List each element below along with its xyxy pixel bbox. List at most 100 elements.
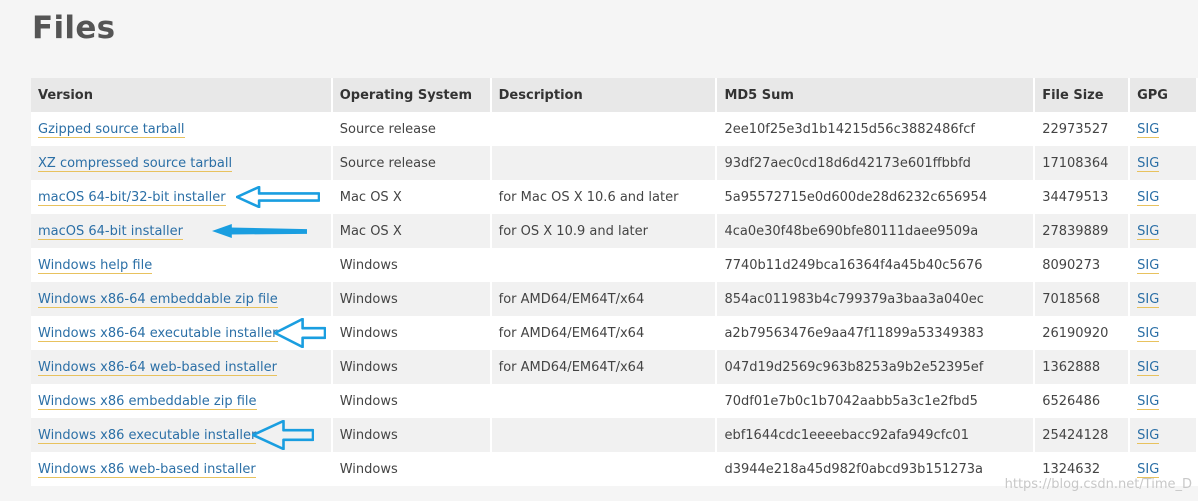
cell-description <box>490 112 718 146</box>
cell-description: for AMD64/EM64T/x64 <box>490 282 718 316</box>
cell-os: Windows <box>331 282 492 316</box>
table-header-row: Version Operating System Description MD5… <box>31 78 1198 112</box>
cell-version: Windows x86 embeddable zip file <box>31 384 333 418</box>
column-header-md5: MD5 Sum <box>716 78 1036 112</box>
cell-version: macOS 64-bit/32-bit installer <box>31 180 333 214</box>
cell-md5: 854ac011983b4c799379a3baa3a040ec <box>716 282 1036 316</box>
cell-version: Windows x86 web-based installer <box>31 452 333 486</box>
gpg-signature-link[interactable]: SIG <box>1137 461 1160 478</box>
cell-md5: 4ca0e30f48be690bfe80111daee9509a <box>716 214 1036 248</box>
table-row: XZ compressed source tarball Source rele… <box>31 146 1198 180</box>
cell-version: Windows x86-64 executable installer <box>31 316 333 350</box>
gpg-signature-link[interactable]: SIG <box>1137 189 1160 206</box>
cell-file-size: 6526486 <box>1034 384 1131 418</box>
table-row: macOS 64-bit installer Mac OS X for OS X… <box>31 214 1198 248</box>
cell-gpg: SIG <box>1129 316 1198 350</box>
cell-gpg: SIG <box>1129 282 1198 316</box>
table-row: Windows x86 executable installer Windows… <box>31 418 1198 452</box>
gpg-signature-link[interactable]: SIG <box>1137 325 1160 342</box>
cell-gpg: SIG <box>1129 112 1198 146</box>
cell-gpg: SIG <box>1129 146 1198 180</box>
cell-os: Windows <box>331 316 492 350</box>
gpg-signature-link[interactable]: SIG <box>1137 359 1160 376</box>
cell-description <box>490 452 718 486</box>
download-link[interactable]: macOS 64-bit installer <box>38 223 183 240</box>
cell-md5: 7740b11d249bca16364f4a45b40c5676 <box>716 248 1036 282</box>
gpg-signature-link[interactable]: SIG <box>1137 393 1160 410</box>
cell-os: Mac OS X <box>331 214 492 248</box>
column-header-version: Version <box>31 78 333 112</box>
cell-md5: 2ee10f25e3d1b14215d56c3882486fcf <box>716 112 1036 146</box>
table-row: Windows x86 embeddable zip file Windows … <box>31 384 1198 418</box>
column-header-size: File Size <box>1034 78 1131 112</box>
cell-os: Windows <box>331 350 492 384</box>
cell-description <box>490 146 718 180</box>
cell-file-size: 25424128 <box>1034 418 1131 452</box>
cell-file-size: 1362888 <box>1034 350 1131 384</box>
solid-arrow-left-icon <box>211 223 309 239</box>
cell-version: Gzipped source tarball <box>31 112 333 146</box>
cell-file-size: 26190920 <box>1034 316 1131 350</box>
cell-md5: 5a95572715e0d600de28d6232c656954 <box>716 180 1036 214</box>
download-link[interactable]: Windows x86-64 web-based installer <box>38 359 277 376</box>
cell-md5: 70df01e7b0c1b7042aabb5a3c1e2fbd5 <box>716 384 1036 418</box>
table-row: Windows x86-64 executable installer Wind… <box>31 316 1198 350</box>
cell-version: Windows x86-64 web-based installer <box>31 350 333 384</box>
cell-file-size: 17108364 <box>1034 146 1131 180</box>
cell-gpg: SIG <box>1129 214 1198 248</box>
table-row: Gzipped source tarball Source release 2e… <box>31 112 1198 146</box>
download-link[interactable]: Gzipped source tarball <box>38 121 185 138</box>
table-row: Windows x86-64 embeddable zip file Windo… <box>31 282 1198 316</box>
cell-gpg: SIG <box>1129 248 1198 282</box>
page-title: Files <box>32 10 116 46</box>
cell-os: Windows <box>331 248 492 282</box>
cell-gpg: SIG <box>1129 350 1198 384</box>
hollow-arrow-left-icon <box>235 185 321 209</box>
cell-description: for Mac OS X 10.6 and later <box>490 180 718 214</box>
table-row: Windows help file Windows 7740b11d249bca… <box>31 248 1198 282</box>
cell-version: XZ compressed source tarball <box>31 146 333 180</box>
column-header-description: Description <box>490 78 718 112</box>
cell-md5: 047d19d2569c963b8253a9b2e52395ef <box>716 350 1036 384</box>
column-header-gpg: GPG <box>1129 78 1198 112</box>
table-row: Windows x86-64 web-based installer Windo… <box>31 350 1198 384</box>
cell-os: Source release <box>331 112 492 146</box>
cell-os: Mac OS X <box>331 180 492 214</box>
cell-description: for AMD64/EM64T/x64 <box>490 350 718 384</box>
cell-os: Windows <box>331 384 492 418</box>
cell-gpg: SIG <box>1129 180 1198 214</box>
cell-md5: d3944e218a45d982f0abcd93b151273a <box>716 452 1036 486</box>
gpg-signature-link[interactable]: SIG <box>1137 155 1160 172</box>
download-link[interactable]: Windows x86-64 embeddable zip file <box>38 291 278 308</box>
cell-md5: 93df27aec0cd18d6d42173e601ffbbfd <box>716 146 1036 180</box>
download-link[interactable]: Windows x86-64 executable installer <box>38 325 278 342</box>
cell-file-size: 8090273 <box>1034 248 1131 282</box>
cell-description <box>490 418 718 452</box>
download-link[interactable]: macOS 64-bit/32-bit installer <box>38 189 226 206</box>
download-link[interactable]: Windows x86 executable installer <box>38 427 257 444</box>
cell-file-size: 22973527 <box>1034 112 1131 146</box>
cell-file-size: 27839889 <box>1034 214 1131 248</box>
cell-os: Source release <box>331 146 492 180</box>
download-link[interactable]: Windows help file <box>38 257 153 274</box>
cell-md5: a2b79563476e9aa47f11899a53349383 <box>716 316 1036 350</box>
cell-description: for OS X 10.9 and later <box>490 214 718 248</box>
files-table: Version Operating System Description MD5… <box>31 78 1198 486</box>
download-link[interactable]: XZ compressed source tarball <box>38 155 233 172</box>
gpg-signature-link[interactable]: SIG <box>1137 427 1160 444</box>
hollow-arrow-left-icon <box>251 419 315 451</box>
gpg-signature-link[interactable]: SIG <box>1137 121 1160 138</box>
cell-file-size: 34479513 <box>1034 180 1131 214</box>
gpg-signature-link[interactable]: SIG <box>1137 257 1160 274</box>
gpg-signature-link[interactable]: SIG <box>1137 223 1160 240</box>
cell-version: Windows x86-64 embeddable zip file <box>31 282 333 316</box>
cell-file-size: 7018568 <box>1034 282 1131 316</box>
download-link[interactable]: Windows x86 embeddable zip file <box>38 393 257 410</box>
download-link[interactable]: Windows x86 web-based installer <box>38 461 256 478</box>
cell-description: for AMD64/EM64T/x64 <box>490 316 718 350</box>
cell-os: Windows <box>331 418 492 452</box>
gpg-signature-link[interactable]: SIG <box>1137 291 1160 308</box>
cell-version: macOS 64-bit installer <box>31 214 333 248</box>
cell-description <box>490 384 718 418</box>
cell-version: Windows x86 executable installer <box>31 418 333 452</box>
